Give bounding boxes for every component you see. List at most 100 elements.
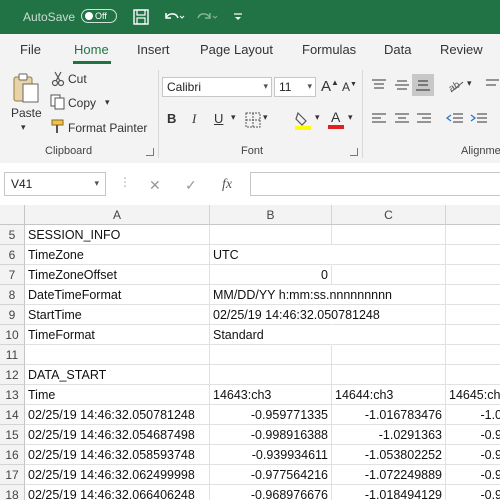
cell-d[interactable] xyxy=(446,285,500,305)
cell-c[interactable]: -1.016783476 xyxy=(332,405,446,425)
row-header[interactable]: 7 xyxy=(0,265,25,285)
cell-b[interactable] xyxy=(210,345,332,365)
cell-d[interactable] xyxy=(446,225,500,245)
cell-a[interactable]: TimeZoneOffset xyxy=(25,265,210,285)
tab-insert[interactable]: Insert xyxy=(137,42,170,57)
save-icon[interactable] xyxy=(131,7,151,27)
increase-indent-icon[interactable] xyxy=(470,112,488,126)
format-painter-icon[interactable] xyxy=(50,119,66,135)
cell-d[interactable] xyxy=(446,265,500,285)
undo-icon[interactable] xyxy=(161,7,185,27)
tab-home[interactable]: Home xyxy=(74,42,109,57)
copy-label[interactable]: Copy xyxy=(68,96,96,110)
borders-icon[interactable] xyxy=(245,112,261,128)
cell-b[interactable] xyxy=(210,225,332,245)
orientation-icon[interactable]: ab xyxy=(447,76,465,94)
cell-c[interactable] xyxy=(332,225,446,245)
row-header[interactable]: 8 xyxy=(0,285,25,305)
cell-c[interactable] xyxy=(332,245,446,265)
cell-c[interactable]: -1.072249889 xyxy=(332,465,446,485)
clipboard-launcher-icon[interactable] xyxy=(146,148,154,156)
cell-d[interactable] xyxy=(446,325,500,345)
align-middle-icon[interactable] xyxy=(394,78,410,92)
cell-a[interactable]: 02/25/19 14:46:32.058593748 xyxy=(25,445,210,465)
row-header[interactable]: 18 xyxy=(0,485,25,500)
align-top-icon[interactable] xyxy=(371,78,387,92)
cell-b[interactable]: -0.998916388 xyxy=(210,425,332,445)
cell-a[interactable]: StartTime xyxy=(25,305,210,325)
cell-a[interactable]: 02/25/19 14:46:32.062499998 xyxy=(25,465,210,485)
cell-c[interactable] xyxy=(332,325,446,345)
cell-c[interactable]: -1.053802252 xyxy=(332,445,446,465)
cell-d[interactable] xyxy=(446,245,500,265)
font-color-dropdown-icon[interactable]: ▾ xyxy=(348,112,353,123)
tab-formulas[interactable]: Formulas xyxy=(302,42,356,57)
row-header[interactable]: 10 xyxy=(0,325,25,345)
cell-d[interactable] xyxy=(446,305,500,325)
cell-b[interactable]: -0.968976676 xyxy=(210,485,332,500)
orientation-dropdown-icon[interactable]: ▾ xyxy=(467,78,472,89)
bold-icon[interactable]: B xyxy=(167,111,176,126)
row-header[interactable]: 17 xyxy=(0,465,25,485)
underline-icon[interactable]: U xyxy=(214,111,223,126)
cell-a[interactable]: TimeZone xyxy=(25,245,210,265)
cancel-icon[interactable]: ✕ xyxy=(149,177,161,194)
cell-d[interactable]: -0.9 xyxy=(446,425,500,445)
cell-c[interactable] xyxy=(332,265,446,285)
customize-qat-icon[interactable] xyxy=(232,7,244,27)
paste-dropdown-icon[interactable]: ▾ xyxy=(21,122,26,133)
cell-a[interactable]: DATA_START xyxy=(25,365,210,385)
cell-d[interactable]: -0.9 xyxy=(446,445,500,465)
font-color-icon[interactable]: A xyxy=(327,109,345,130)
cell-d[interactable] xyxy=(446,345,500,365)
copy-icon[interactable] xyxy=(50,94,66,110)
cell-a[interactable]: DateTimeFormat xyxy=(25,285,210,305)
fill-color-icon[interactable] xyxy=(294,110,312,130)
row-header[interactable]: 15 xyxy=(0,425,25,445)
insert-function-icon[interactable]: fx xyxy=(222,177,232,193)
cell-b[interactable]: -0.939934611 xyxy=(210,445,332,465)
cell-b[interactable] xyxy=(210,365,332,385)
cell-b[interactable]: 14643:ch3 xyxy=(210,385,332,405)
cell-a[interactable]: SESSION_INFO xyxy=(25,225,210,245)
cut-icon[interactable] xyxy=(51,71,65,87)
increase-font-icon[interactable]: A▲ xyxy=(321,78,339,95)
align-bottom-button[interactable] xyxy=(412,74,434,96)
cell-d[interactable]: 14645:ch xyxy=(446,385,500,405)
tab-page-layout[interactable]: Page Layout xyxy=(200,42,273,57)
cut-label[interactable]: Cut xyxy=(68,72,87,86)
cell-a[interactable]: 02/25/19 14:46:32.054687498 xyxy=(25,425,210,445)
cell-c[interactable] xyxy=(332,365,446,385)
cell-c[interactable]: -1.0291363 xyxy=(332,425,446,445)
italic-icon[interactable]: I xyxy=(192,111,196,127)
cell-c[interactable]: -1.018494129 xyxy=(332,485,446,500)
cell-b[interactable]: 0 xyxy=(210,265,332,285)
cell-a[interactable]: 02/25/19 14:46:32.066406248 xyxy=(25,485,210,500)
row-header[interactable]: 11 xyxy=(0,345,25,365)
row-header[interactable]: 6 xyxy=(0,245,25,265)
copy-dropdown-icon[interactable]: ▾ xyxy=(105,97,110,108)
enter-icon[interactable]: ✓ xyxy=(185,177,197,194)
row-header[interactable]: 12 xyxy=(0,365,25,385)
row-header[interactable]: 9 xyxy=(0,305,25,325)
cell-a[interactable]: 02/25/19 14:46:32.050781248 xyxy=(25,405,210,425)
cell-c[interactable] xyxy=(332,345,446,365)
cell-d[interactable] xyxy=(446,365,500,385)
cell-a[interactable] xyxy=(25,345,210,365)
column-header-b[interactable]: B xyxy=(210,205,332,225)
font-name-combo[interactable]: Calibri ▾ xyxy=(162,77,272,97)
format-painter-label[interactable]: Format Painter xyxy=(68,121,147,135)
column-header-d[interactable] xyxy=(446,205,500,225)
name-box[interactable]: V41 ▾ xyxy=(4,172,106,196)
formula-input[interactable] xyxy=(250,172,500,196)
column-header-c[interactable]: C xyxy=(332,205,446,225)
cell-a[interactable]: TimeFormat xyxy=(25,325,210,345)
tab-file[interactable]: File xyxy=(20,42,41,57)
decrease-font-icon[interactable]: A▼ xyxy=(342,80,357,94)
paste-icon[interactable] xyxy=(11,72,41,104)
cell-d[interactable]: -1.0 xyxy=(446,405,500,425)
redo-icon[interactable] xyxy=(195,7,219,27)
cell-a[interactable]: Time xyxy=(25,385,210,405)
align-right-icon[interactable] xyxy=(416,112,432,126)
cell-b[interactable]: UTC xyxy=(210,245,332,265)
